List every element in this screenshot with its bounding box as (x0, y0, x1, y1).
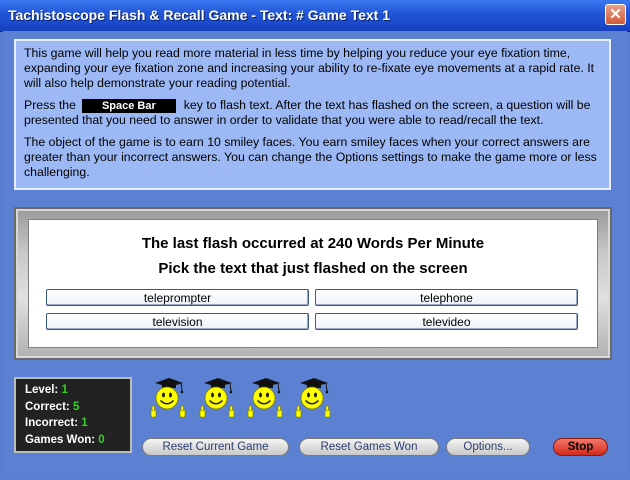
answer-choice-telephone[interactable]: telephone (315, 289, 578, 306)
window-title: Tachistoscope Flash & Recall Game - Text… (8, 7, 391, 23)
graduate-smiley-icon (198, 376, 238, 420)
reset-current-game-button[interactable]: Reset Current Game (142, 438, 289, 456)
graduate-smiley-icon (246, 376, 286, 420)
games-won-row: Games Won: 0 (25, 432, 130, 449)
flash-speed-message: The last flash occurred at 240 Words Per… (141, 235, 485, 252)
correct-value: 5 (72, 400, 80, 413)
title-bar: Tachistoscope Flash & Recall Game - Text… (0, 0, 630, 32)
instructions-paragraph-1: This game will help you read more materi… (24, 46, 595, 90)
answer-choice-television[interactable]: television (46, 313, 309, 330)
instructions-paragraph-2: Press the Space Bar key to flash text. Aft… (24, 98, 601, 128)
flash-display-frame: The last flash occurred at 240 Words Per… (14, 207, 612, 360)
game-window: This game will help you read more materi… (3, 31, 627, 477)
close-button[interactable]: ✕ (605, 4, 626, 25)
space-bar-key-label: Space Bar (81, 99, 176, 113)
level-label: Level: (25, 384, 59, 396)
options-button[interactable]: Options... (446, 438, 530, 456)
question-prompt: Pick the text that just flashed on the s… (158, 260, 468, 277)
incorrect-label: Incorrect: (25, 417, 79, 429)
level-value: 1 (61, 384, 68, 396)
graduate-smiley-icon (149, 376, 189, 420)
reset-games-won-button[interactable]: Reset Games Won (299, 438, 439, 456)
correct-row: Correct: 5 (25, 399, 130, 416)
correct-label: Correct: (25, 400, 70, 413)
answer-choice-televideo[interactable]: televideo (315, 313, 578, 330)
score-panel: Level: 1 Correct: 5 Incorrect: 1 Games W… (14, 377, 132, 453)
close-icon: ✕ (609, 6, 622, 23)
instructions-paragraph-3: The object of the game is to earn 10 smi… (24, 135, 597, 179)
instructions-panel: This game will help you read more materi… (14, 39, 611, 190)
stop-button[interactable]: Stop (553, 438, 608, 456)
graduate-smiley-icon (294, 376, 334, 420)
answer-choice-teleprompter[interactable]: teleprompter (46, 289, 309, 306)
incorrect-value: 1 (81, 417, 88, 429)
games-won-value: 0 (98, 433, 105, 446)
incorrect-row: Incorrect: 1 (25, 415, 130, 432)
games-won-label: Games Won: (25, 433, 96, 446)
flash-display-area: The last flash occurred at 240 Words Per… (28, 219, 598, 348)
instructions-press-text: Press the (24, 98, 76, 112)
level-row: Level: 1 (25, 382, 130, 399)
